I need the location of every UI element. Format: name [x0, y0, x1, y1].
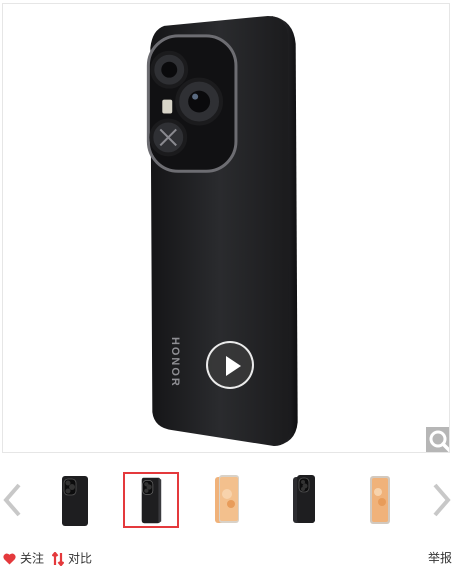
thumbnail-image	[62, 476, 88, 526]
thumbnail-4[interactable]	[275, 472, 331, 528]
thumbnail-image	[215, 475, 239, 523]
brand-logo-text: HONOR	[169, 337, 181, 388]
thumbnail-strip	[0, 468, 454, 538]
report-link[interactable]: 举报	[428, 550, 452, 566]
follow-label: 关注	[20, 551, 45, 566]
thumbnail-1[interactable]	[47, 472, 103, 528]
thumbnail-3[interactable]	[199, 472, 255, 528]
thumbnail-2[interactable]	[123, 472, 179, 528]
compare-icon	[52, 551, 64, 566]
thumbnail-next-button[interactable]	[430, 482, 452, 518]
compare-label: 对比	[68, 551, 93, 566]
chevron-left-icon	[3, 483, 21, 517]
play-video-button[interactable]	[206, 341, 254, 389]
thumbnail-5[interactable]	[351, 472, 407, 528]
thumbnail-image	[141, 477, 162, 524]
compare-button[interactable]: 对比	[52, 550, 92, 567]
chevron-right-icon	[433, 483, 451, 517]
zoom-button[interactable]	[426, 427, 449, 452]
heart-icon	[3, 553, 16, 564]
thumbnail-prev-button[interactable]	[2, 482, 24, 518]
thumbnail-image	[293, 475, 315, 523]
gallery-footer: 关注 对比 举报	[0, 550, 454, 566]
magnifier-icon	[429, 430, 449, 452]
follow-button[interactable]: 关注	[3, 550, 44, 567]
thumbnail-image	[370, 476, 390, 524]
product-gallery: HONOR	[2, 3, 450, 453]
